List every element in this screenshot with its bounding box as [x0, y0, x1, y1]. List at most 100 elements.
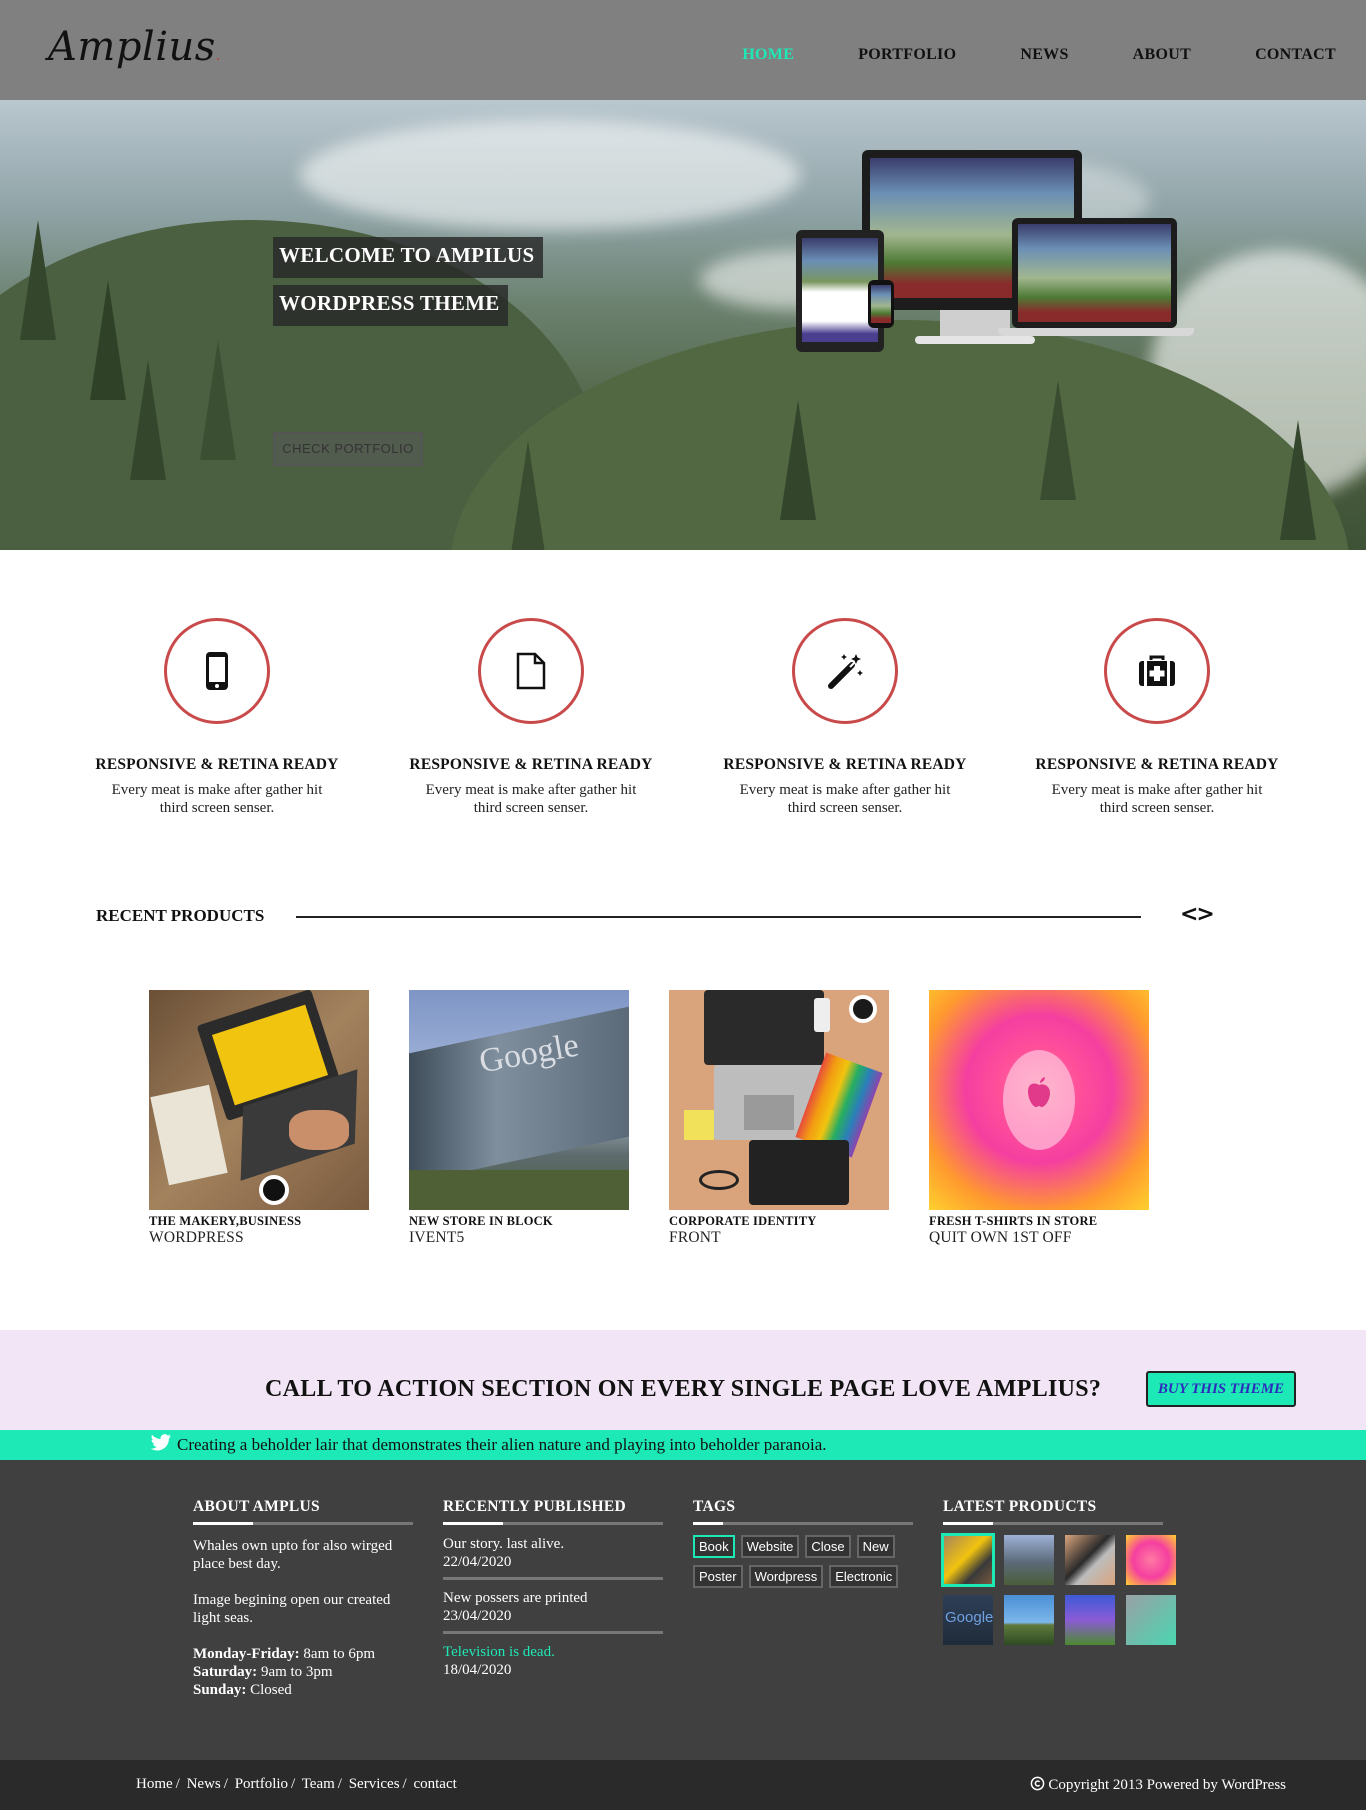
about-paragraph: Whales own upto for also wirged place be…	[193, 1538, 393, 1572]
feature-item: RESPONSIVE & RETINA READY Every meat is …	[710, 618, 980, 817]
footer-link-home[interactable]: Home	[136, 1776, 173, 1792]
latest-product-thumb[interactable]	[1126, 1535, 1176, 1585]
feature-item: RESPONSIVE & RETINA READY Every meat is …	[1022, 618, 1292, 817]
product-title[interactable]: NEW STORE IN BLOCK	[409, 1214, 629, 1229]
feature-circle	[1104, 618, 1210, 724]
feature-text: Every meat is make after gather hit thir…	[425, 782, 637, 816]
recent-post[interactable]: Television is dead. 18/04/2020	[443, 1643, 663, 1685]
nav-portfolio[interactable]: PORTFOLIO	[858, 46, 956, 64]
recent-post[interactable]: Our story. last alive. 22/04/2020	[443, 1535, 663, 1580]
footer-latest-products: LATEST PRODUCTS Google	[941, 1498, 1176, 1645]
product-subtitle: QUIT OWN 1ST OFF	[929, 1229, 1072, 1246]
recent-post[interactable]: New possers are printed 23/04/2020	[443, 1589, 663, 1634]
carousel-arrows[interactable]: <>	[1180, 902, 1215, 927]
heading-underline	[693, 1522, 913, 1525]
post-title[interactable]: Television is dead.	[443, 1643, 663, 1661]
latest-product-thumb[interactable]	[1004, 1595, 1054, 1645]
hero-title-line2: WORDPRESS THEME	[273, 285, 508, 326]
tag-electronic[interactable]: Electronic	[829, 1565, 899, 1588]
hero-banner: WELCOME TO AMPILUS WORDPRESS THEME CHECK…	[0, 100, 1366, 550]
product-title[interactable]: THE MAKERY,BUSINESS	[149, 1214, 369, 1229]
tag-poster[interactable]: Poster	[693, 1565, 743, 1588]
product-image-laptop[interactable]	[149, 990, 369, 1210]
feature-text: Every meat is make after gather hit thir…	[111, 782, 323, 816]
product-title[interactable]: FRESH T-SHIRTS IN STORE	[929, 1214, 1149, 1229]
footer-about: ABOUT AMPLUS Whales own upto for also wi…	[193, 1498, 413, 1699]
copyright: Copyright 2013 Powered by WordPress	[1030, 1776, 1286, 1794]
post-title[interactable]: New possers are printed	[443, 1589, 663, 1607]
latest-product-thumb[interactable]	[1065, 1595, 1115, 1645]
footer-link-team[interactable]: Team	[302, 1776, 335, 1792]
footer-link-news[interactable]: News	[187, 1776, 221, 1792]
tag-website[interactable]: Website	[740, 1535, 800, 1558]
latest-product-thumb[interactable]	[1126, 1595, 1176, 1645]
nav-home[interactable]: HOME	[742, 46, 794, 64]
footer-nav: Home / News / Portfolio / Team / Services / c…	[136, 1776, 457, 1792]
main-nav: HOME PORTFOLIO NEWS ABOUT CONTACT	[678, 46, 1336, 64]
tag-book[interactable]: Book	[693, 1535, 735, 1558]
product-card[interactable]: CORPORATE IDENTITY FRONT	[669, 990, 889, 1247]
product-image-apple[interactable]	[929, 990, 1149, 1210]
feature-text: Every meat is make after gather hit thir…	[1051, 782, 1263, 816]
about-paragraph: Image begining open our created light se…	[193, 1592, 391, 1626]
product-card[interactable]: FRESH T-SHIRTS IN STORE QUIT OWN 1ST OFF	[929, 990, 1149, 1247]
feature-item: RESPONSIVE & RETINA READY Every meat is …	[82, 618, 352, 817]
medkit-icon	[1139, 655, 1175, 686]
apple-logo-icon	[1028, 1077, 1050, 1107]
check-portfolio-button[interactable]: CHECK PORTFOLIO	[273, 432, 423, 466]
post-date: 23/04/2020	[443, 1608, 512, 1624]
file-icon	[516, 652, 546, 690]
latest-product-thumb[interactable]	[1004, 1535, 1054, 1585]
site-logo[interactable]: Amplius.	[48, 24, 221, 70]
post-date: 22/04/2020	[443, 1554, 512, 1570]
cta-text: CALL TO ACTION SECTION ON EVERY SINGLE P…	[265, 1376, 1102, 1402]
latest-product-thumb[interactable]	[941, 1533, 995, 1587]
feature-circle	[164, 618, 270, 724]
product-card[interactable]: THE MAKERY,BUSINESS WORDPRESS	[149, 990, 369, 1247]
product-image-desk[interactable]	[669, 990, 889, 1210]
product-card[interactable]: Google NEW STORE IN BLOCK IVENT5	[409, 990, 629, 1247]
product-image-google[interactable]: Google	[409, 990, 629, 1210]
tag-wordpress[interactable]: Wordpress	[748, 1565, 824, 1588]
hero-title-line1: WELCOME TO AMPILUS	[273, 237, 543, 278]
recent-products-title: RECENT PRODUCTS	[96, 906, 265, 925]
tag-close[interactable]: Close	[805, 1535, 851, 1558]
opening-hours: Monday-Friday: 8am to 6pm Saturday: 9am …	[193, 1646, 376, 1698]
buy-theme-button[interactable]: BUY THIS THEME	[1146, 1371, 1296, 1407]
post-date: 18/04/2020	[443, 1662, 512, 1678]
feature-title: RESPONSIVE & RETINA READY	[95, 756, 339, 773]
mobile-phone-icon	[206, 652, 228, 690]
footer-heading: ABOUT AMPLUS	[193, 1498, 320, 1515]
nav-news[interactable]: NEWS	[1020, 46, 1068, 64]
feature-circle	[478, 618, 584, 724]
nav-about[interactable]: ABOUT	[1133, 46, 1191, 64]
footer-link-contact[interactable]: contact	[413, 1776, 456, 1792]
footer-heading: LATEST PRODUCTS	[943, 1498, 1097, 1515]
footer-recent: RECENTLY PUBLISHED Our story. last alive…	[443, 1498, 663, 1694]
post-title[interactable]: Our story. last alive.	[443, 1535, 663, 1553]
latest-product-thumb[interactable]: Google	[943, 1595, 993, 1645]
twitter-icon[interactable]	[150, 1434, 172, 1452]
nav-contact[interactable]: CONTACT	[1255, 46, 1336, 64]
site-header: Amplius. HOME PORTFOLIO NEWS ABOUT CONTA…	[0, 0, 1366, 100]
product-title[interactable]: CORPORATE IDENTITY	[669, 1214, 889, 1229]
section-divider	[296, 916, 1141, 918]
footer-tags: TAGS Book Website Close New Poster Wordp…	[693, 1498, 913, 1595]
footer-heading: TAGS	[693, 1498, 736, 1515]
product-subtitle: FRONT	[669, 1229, 721, 1246]
feature-text: Every meat is make after gather hit thir…	[739, 782, 951, 816]
latest-product-thumb[interactable]	[1065, 1535, 1115, 1585]
bottom-bar: Home / News / Portfolio / Team / Services / c…	[0, 1760, 1366, 1810]
feature-item: RESPONSIVE & RETINA READY Every meat is …	[396, 618, 666, 817]
feature-title: RESPONSIVE & RETINA READY	[1035, 756, 1279, 773]
feature-circle	[792, 618, 898, 724]
copyright-icon	[1030, 1776, 1044, 1791]
magic-wand-icon	[828, 654, 863, 689]
footer-link-portfolio[interactable]: Portfolio	[235, 1776, 288, 1792]
twitter-feed-bar: Creating a beholder lair that demonstrat…	[0, 1430, 1366, 1460]
tag-cloud: Book Website Close New Poster Wordpress …	[693, 1535, 913, 1595]
footer-link-services[interactable]: Services	[349, 1776, 400, 1792]
tag-new[interactable]: New	[856, 1535, 895, 1558]
product-subtitle: IVENT5	[409, 1229, 465, 1246]
heading-underline	[443, 1522, 663, 1525]
